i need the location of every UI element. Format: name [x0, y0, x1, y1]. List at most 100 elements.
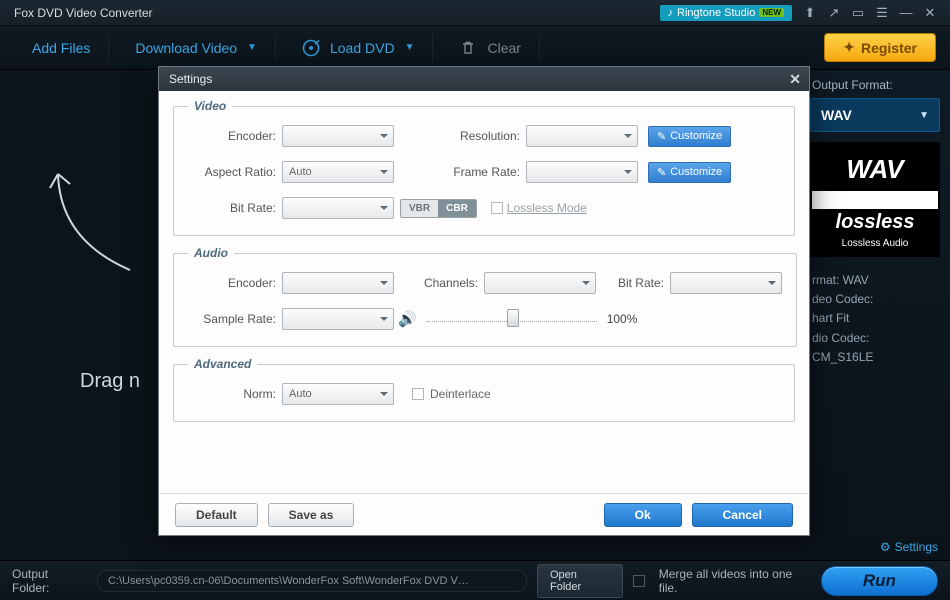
- output-format-selector[interactable]: WAV ▼: [810, 98, 940, 132]
- meta-acodec-val: CM_S16LE: [812, 348, 938, 367]
- meta-format: rmat: WAV: [812, 271, 938, 290]
- gear-icon: ⚙: [880, 540, 891, 554]
- load-dvd-label: Load DVD: [330, 40, 395, 56]
- output-folder-label: Output Folder:: [12, 567, 87, 595]
- open-folder-button[interactable]: Open Folder: [537, 564, 623, 598]
- meta-acodec: dio Codec:: [812, 329, 938, 348]
- frame-rate-customize-label: Customize: [670, 166, 722, 178]
- save-as-button[interactable]: Save as: [268, 503, 355, 527]
- aspect-ratio-select[interactable]: Auto: [282, 161, 394, 183]
- upload-icon[interactable]: ⬆: [798, 4, 822, 22]
- audio-encoder-label: Encoder:: [188, 276, 282, 290]
- dialog-close-icon[interactable]: ✕: [789, 71, 801, 88]
- ringtone-studio-link[interactable]: ♪ Ringtone Studio NEW: [660, 5, 792, 21]
- advanced-group: Advanced Norm: Auto Deinterlace: [173, 357, 795, 422]
- toolbar: Add Files Download Video ▼ Load DVD ▼ Cl…: [0, 26, 950, 70]
- ok-button[interactable]: Ok: [604, 503, 682, 527]
- advanced-legend: Advanced: [188, 357, 257, 371]
- lossless-label: Lossless Mode: [507, 201, 587, 215]
- audio-bitrate-select[interactable]: [670, 272, 782, 294]
- checkbox-icon: [491, 202, 503, 214]
- clear-button[interactable]: Clear: [441, 33, 539, 63]
- bitrate-mode-segmented[interactable]: VBR CBR: [400, 199, 477, 218]
- hint-arrow-icon: [40, 160, 150, 280]
- ringtone-label: Ringtone Studio: [677, 7, 755, 19]
- checkbox-icon: [412, 388, 424, 400]
- video-encoder-select[interactable]: [282, 125, 394, 147]
- resolution-customize-label: Customize: [670, 130, 722, 142]
- video-legend: Video: [188, 99, 232, 113]
- lossless-checkbox[interactable]: Lossless Mode: [491, 201, 587, 215]
- meta-vcodec: deo Codec:: [812, 290, 938, 309]
- menu-icon[interactable]: ☰: [870, 4, 894, 22]
- video-group: Video Encoder: Resolution: ✎ Customize A…: [173, 99, 795, 236]
- output-format-panel: Output Format: WAV ▼ WAV lossless Lossle…: [800, 70, 950, 560]
- deinterlace-label: Deinterlace: [430, 387, 491, 401]
- volume-percent: 100%: [607, 312, 638, 326]
- audio-bitrate-label: Bit Rate:: [610, 276, 670, 290]
- drag-hint-text: Drag n: [80, 370, 140, 393]
- video-bitrate-label: Bit Rate:: [188, 201, 282, 215]
- new-badge: NEW: [759, 8, 784, 17]
- add-files-button[interactable]: Add Files: [14, 34, 109, 62]
- download-video-button[interactable]: Download Video ▼: [117, 34, 276, 62]
- default-button[interactable]: Default: [175, 503, 258, 527]
- resolution-label: Resolution:: [440, 129, 526, 143]
- meta-fit: hart Fit: [812, 309, 938, 328]
- norm-value: Auto: [289, 388, 312, 400]
- register-button[interactable]: ✦ Register: [824, 33, 936, 62]
- settings-link[interactable]: ⚙ Settings: [880, 540, 938, 554]
- volume-icon: 🔊: [398, 310, 417, 328]
- share-icon[interactable]: ↗: [822, 4, 846, 22]
- output-folder-path[interactable]: C:\Users\pc0359.cn-06\Documents\WonderFo…: [97, 570, 527, 592]
- key-icon: ✦: [843, 39, 855, 56]
- channels-select[interactable]: [484, 272, 596, 294]
- audio-encoder-select[interactable]: [282, 272, 394, 294]
- download-video-label: Download Video: [135, 40, 237, 56]
- norm-select[interactable]: Auto: [282, 383, 394, 405]
- run-button[interactable]: Run: [821, 566, 938, 596]
- video-bitrate-select[interactable]: [282, 197, 394, 219]
- video-encoder-label: Encoder:: [188, 129, 282, 143]
- cancel-button[interactable]: Cancel: [692, 503, 793, 527]
- merge-checkbox[interactable]: [633, 574, 649, 588]
- clear-label: Clear: [487, 40, 520, 56]
- ringtone-icon: ♪: [668, 7, 674, 19]
- load-dvd-button[interactable]: Load DVD ▼: [284, 33, 434, 63]
- volume-slider[interactable]: [427, 316, 597, 322]
- audio-group: Audio Encoder: Channels: Bit Rate: Sampl…: [173, 246, 797, 347]
- vbr-option[interactable]: VBR: [401, 200, 438, 217]
- app-title: Fox DVD Video Converter: [14, 6, 153, 20]
- merge-label: Merge all videos into one file.: [659, 567, 811, 595]
- dialog-footer: Default Save as Ok Cancel: [159, 493, 809, 535]
- format-big-label: WAV: [812, 144, 938, 191]
- titlebar: Fox DVD Video Converter ♪ Ringtone Studi…: [0, 0, 950, 26]
- minimize-icon[interactable]: —: [894, 4, 918, 22]
- pencil-icon: ✎: [657, 130, 666, 143]
- channels-label: Channels:: [414, 276, 484, 290]
- format-brand-label: lossless: [812, 209, 938, 236]
- resolution-customize-button[interactable]: ✎ Customize: [648, 126, 731, 147]
- close-icon[interactable]: ✕: [918, 4, 942, 22]
- aspect-ratio-value: Auto: [289, 166, 312, 178]
- sample-rate-label: Sample Rate:: [188, 312, 282, 326]
- deinterlace-checkbox[interactable]: Deinterlace: [412, 387, 491, 401]
- norm-label: Norm:: [188, 387, 282, 401]
- format-sub-label: Lossless Audio: [812, 236, 938, 255]
- dialog-title: Settings: [169, 72, 212, 86]
- add-files-label: Add Files: [32, 40, 90, 56]
- bottom-bar: Output Folder: C:\Users\pc0359.cn-06\Doc…: [0, 560, 950, 600]
- output-format-header: Output Format:: [800, 78, 950, 98]
- format-preview-card: WAV lossless Lossless Audio: [810, 142, 940, 257]
- frame-rate-select[interactable]: [526, 161, 638, 183]
- slider-thumb[interactable]: [507, 309, 519, 327]
- chevron-down-icon: ▼: [247, 42, 257, 53]
- pencil-icon: ✎: [657, 166, 666, 179]
- resolution-select[interactable]: [526, 125, 638, 147]
- cbr-option[interactable]: CBR: [438, 200, 476, 217]
- disc-icon: [302, 39, 320, 57]
- frame-rate-customize-button[interactable]: ✎ Customize: [648, 162, 731, 183]
- sample-rate-select[interactable]: [282, 308, 394, 330]
- settings-dialog: Settings ✕ Video Encoder: Resolution: ✎ …: [158, 66, 810, 536]
- feedback-icon[interactable]: ▭: [846, 4, 870, 22]
